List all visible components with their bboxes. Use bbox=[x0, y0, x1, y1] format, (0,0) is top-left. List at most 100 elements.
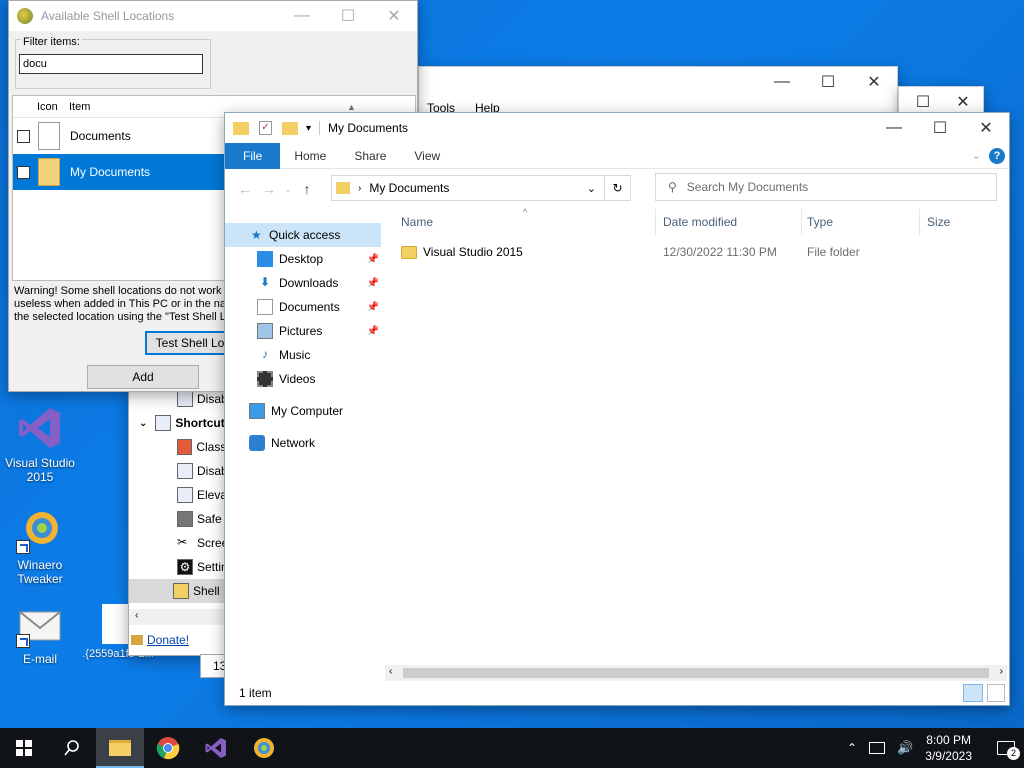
pin-icon[interactable]: 📌 bbox=[367, 326, 379, 337]
scroll-left-icon[interactable]: ‹ bbox=[389, 666, 392, 677]
network-tray-icon[interactable] bbox=[869, 742, 886, 754]
pin-icon[interactable]: 📌 bbox=[367, 254, 379, 265]
nav-quick-access[interactable]: ★ Quick access bbox=[225, 223, 381, 247]
navigation-pane[interactable]: ★ Quick access Desktop 📌 ⬇ Downloads 📌 Docu… bbox=[225, 223, 385, 455]
tree-category-shortcut[interactable]: ⌄ Shortcut bbox=[129, 411, 227, 435]
notifications-button[interactable]: 2 bbox=[988, 728, 1024, 768]
details-view-icon[interactable] bbox=[963, 684, 983, 702]
partial-window-text: 13 bbox=[200, 654, 226, 678]
desktop-icon bbox=[257, 251, 273, 267]
item-checkbox[interactable] bbox=[17, 165, 30, 179]
scrollbar-thumb[interactable] bbox=[403, 668, 989, 678]
tree-item[interactable]: Disab bbox=[129, 459, 227, 483]
quick-access-toolbar-chevron-icon[interactable]: ▾ bbox=[306, 123, 311, 134]
search-box[interactable]: ⚲ Search My Documents bbox=[655, 173, 997, 201]
taskbar-winaero-tweaker[interactable] bbox=[240, 728, 288, 768]
search-input[interactable]: Search My Documents bbox=[687, 180, 808, 194]
filter-input[interactable] bbox=[19, 54, 203, 74]
desktop-icon-visual-studio[interactable]: Visual Studio 2015 bbox=[0, 404, 80, 484]
pin-icon[interactable]: 📌 bbox=[367, 302, 379, 313]
donate-link[interactable]: Donate! bbox=[147, 633, 189, 647]
tree-item[interactable]: ✂ Scree bbox=[129, 531, 227, 555]
column-item[interactable]: Item bbox=[69, 101, 90, 113]
horizontal-scrollbar[interactable]: ‹ › bbox=[385, 665, 1007, 681]
tree-item[interactable]: Safe bbox=[129, 507, 227, 531]
column-separator[interactable] bbox=[655, 209, 656, 235]
desktop-icon-email[interactable]: E-mail bbox=[0, 600, 80, 666]
close-icon[interactable]: ✕ bbox=[851, 67, 897, 97]
clock-date: 3/9/2023 bbox=[925, 749, 972, 763]
add-button[interactable]: Add bbox=[87, 365, 199, 389]
pin-icon[interactable]: 📌 bbox=[367, 278, 379, 289]
nav-pictures[interactable]: Pictures 📌 bbox=[225, 319, 385, 343]
winaero-tweaker-window[interactable]: Disab ⌄ Shortcut Classi Disab Eleva Safe … bbox=[128, 386, 228, 656]
chevron-down-icon[interactable]: ⌄ bbox=[139, 418, 147, 429]
column-icon[interactable]: Icon bbox=[37, 101, 69, 113]
item-checkbox[interactable] bbox=[17, 129, 30, 143]
close-icon[interactable]: ✕ bbox=[371, 1, 417, 31]
nav-network[interactable]: Network bbox=[225, 431, 385, 455]
test-shell-location-button[interactable]: Test Shell Lo bbox=[145, 331, 235, 355]
tab-share[interactable]: Share bbox=[340, 143, 400, 169]
properties-icon[interactable]: ✓ bbox=[259, 121, 272, 135]
maximize-icon[interactable]: ☐ bbox=[325, 1, 371, 31]
scissors-icon: ✂ bbox=[177, 535, 188, 549]
horizontal-scrollbar[interactable]: ‹ bbox=[129, 609, 227, 625]
documents-icon bbox=[38, 122, 60, 150]
file-row[interactable]: Visual Studio 2015 12/30/2022 11:30 PM F… bbox=[401, 241, 1001, 263]
nav-music[interactable]: ♪ Music bbox=[225, 343, 385, 367]
minimize-icon[interactable]: — bbox=[759, 67, 805, 97]
nav-videos[interactable]: Videos bbox=[225, 367, 385, 391]
nav-desktop[interactable]: Desktop 📌 bbox=[225, 247, 385, 271]
show-hidden-icons-chevron-icon[interactable]: ⌃ bbox=[847, 741, 857, 755]
nav-documents[interactable]: Documents 📌 bbox=[225, 295, 385, 319]
tab-file[interactable]: File bbox=[225, 142, 281, 169]
breadcrumb-chevron-icon: › bbox=[358, 182, 362, 194]
forward-arrow-icon[interactable]: → bbox=[257, 181, 281, 197]
column-name[interactable]: Name bbox=[401, 215, 433, 229]
up-arrow-icon[interactable]: ↑ bbox=[295, 181, 319, 197]
background-window-1[interactable]: — ☐ ✕ Tools Help bbox=[418, 66, 898, 116]
minimize-icon[interactable]: — bbox=[279, 1, 325, 31]
column-separator[interactable] bbox=[919, 209, 920, 235]
column-size[interactable]: Size bbox=[927, 215, 950, 229]
close-icon[interactable]: ✕ bbox=[963, 113, 1009, 143]
nav-my-computer[interactable]: My Computer bbox=[225, 399, 385, 423]
recent-locations-icon[interactable]: ⌄ bbox=[281, 184, 295, 195]
explorer-window[interactable]: ✓ ▾ My Documents — ☐ ✕ File Home Share V… bbox=[224, 112, 1010, 706]
tree-item[interactable]: ⚙ Settin bbox=[129, 555, 227, 579]
breadcrumb[interactable]: My Documents bbox=[369, 181, 449, 195]
volume-icon[interactable]: 🔊 bbox=[897, 740, 913, 756]
maximize-icon[interactable]: ☐ bbox=[805, 67, 851, 97]
tree-item[interactable]: Eleva bbox=[129, 483, 227, 507]
tab-view[interactable]: View bbox=[400, 143, 454, 169]
taskbar-visual-studio[interactable] bbox=[192, 728, 240, 768]
desktop-icon-winaero-tweaker[interactable]: Winaero Tweaker bbox=[0, 506, 80, 586]
address-bar[interactable]: › My Documents ⌄ ↻ bbox=[331, 175, 631, 201]
scroll-right-icon[interactable]: › bbox=[1000, 666, 1003, 677]
help-icon[interactable]: ? bbox=[989, 147, 1005, 164]
column-type[interactable]: Type bbox=[807, 215, 833, 229]
safe-mode-icon bbox=[177, 511, 193, 527]
nav-downloads[interactable]: ⬇ Downloads 📌 bbox=[225, 271, 385, 295]
taskbar-file-explorer[interactable] bbox=[96, 728, 144, 768]
minimize-icon[interactable]: — bbox=[871, 113, 917, 143]
tree-item[interactable]: Classi bbox=[129, 435, 227, 459]
back-arrow-icon[interactable]: ← bbox=[233, 181, 257, 197]
large-icons-view-icon[interactable] bbox=[987, 684, 1005, 702]
maximize-icon[interactable]: ☐ bbox=[917, 113, 963, 143]
ribbon-tabs: File Home Share View ⌄ ? bbox=[225, 142, 1009, 169]
taskbar-chrome[interactable] bbox=[144, 728, 192, 768]
column-date-modified[interactable]: Date modified bbox=[663, 215, 737, 229]
refresh-icon[interactable]: ↻ bbox=[604, 176, 630, 200]
search-button[interactable] bbox=[48, 728, 96, 768]
tree-item-selected[interactable]: Shell bbox=[129, 579, 227, 603]
start-button[interactable] bbox=[0, 728, 48, 768]
tab-home[interactable]: Home bbox=[280, 143, 340, 169]
column-separator[interactable] bbox=[801, 209, 802, 235]
address-dropdown-icon[interactable]: ⌄ bbox=[587, 182, 596, 195]
scroll-left-icon[interactable]: ‹ bbox=[135, 610, 138, 621]
new-folder-icon[interactable] bbox=[282, 121, 298, 135]
clock[interactable]: 8:00 PM 3/9/2023 bbox=[925, 732, 972, 764]
expand-ribbon-icon[interactable]: ⌄ bbox=[972, 149, 981, 162]
